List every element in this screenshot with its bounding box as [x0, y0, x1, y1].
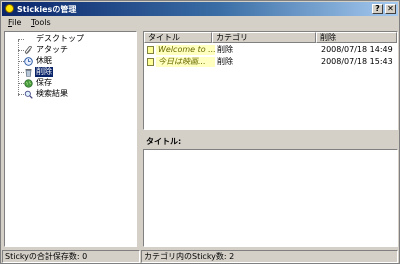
title-bar[interactable]: Stickiesの管理 ? ✕ — [2, 2, 398, 16]
tree-connector — [18, 40, 19, 96]
row-category: 削除 — [217, 57, 233, 66]
sticky-list[interactable]: タイトル カテゴリ 削除 Welcome to ... 削除 2008/07/1… — [143, 31, 398, 130]
stickies-app-icon — [5, 4, 14, 13]
globe-icon — [24, 79, 33, 88]
row-date: 2008/07/18 15:43 — [321, 57, 393, 66]
tree-item-label: 休眠 — [36, 56, 52, 65]
list-row[interactable]: Welcome to ... 削除 2008/07/18 14:49 — [144, 44, 397, 56]
pane-splitter[interactable] — [143, 132, 398, 134]
close-button[interactable]: ✕ — [385, 4, 396, 14]
status-category-count: カテゴリ内のSticky数: 2 — [141, 250, 398, 263]
row-title: 今日は映画... — [156, 57, 215, 67]
column-header-category[interactable]: カテゴリ — [212, 32, 316, 43]
row-title: Welcome to ... — [156, 45, 215, 55]
menu-bar: File Tools — [2, 17, 398, 29]
tree-item-label: 削除 — [35, 67, 53, 77]
menu-tools[interactable]: Tools — [31, 18, 51, 27]
tree-item-label: 保存 — [36, 78, 52, 87]
stickies-manager-window: Stickiesの管理 ? ✕ File Tools デスクトップ アタッチ 休… — [0, 0, 400, 264]
help-button[interactable]: ? — [372, 4, 383, 14]
tree-item-label: アタッチ — [36, 45, 68, 54]
column-header-deleted[interactable]: 削除 — [316, 32, 397, 43]
window-title: Stickiesの管理 — [17, 5, 77, 14]
magnifier-icon — [24, 90, 33, 99]
detail-title-label: タイトル: — [146, 137, 182, 146]
status-total-saved: Stickyの合計保存数: 0 — [2, 250, 140, 263]
tree-item-label: 検索結果 — [36, 89, 68, 98]
menu-file[interactable]: File — [8, 18, 21, 27]
paperclip-icon — [24, 45, 33, 55]
row-category: 削除 — [217, 45, 233, 54]
trash-icon — [24, 68, 33, 77]
tree-item-label: デスクトップ — [36, 34, 84, 43]
sticky-detail-pane[interactable] — [143, 149, 398, 247]
list-row[interactable]: 今日は映画... 削除 2008/07/18 15:43 — [144, 56, 397, 68]
row-date: 2008/07/18 14:49 — [321, 45, 393, 54]
category-tree[interactable]: デスクトップ アタッチ 休眠 削除 保存 検索結果 — [4, 31, 137, 247]
sticky-note-icon — [147, 46, 154, 54]
sticky-note-icon — [147, 58, 154, 66]
column-header-title[interactable]: タイトル — [144, 32, 212, 43]
clock-icon — [24, 57, 33, 66]
